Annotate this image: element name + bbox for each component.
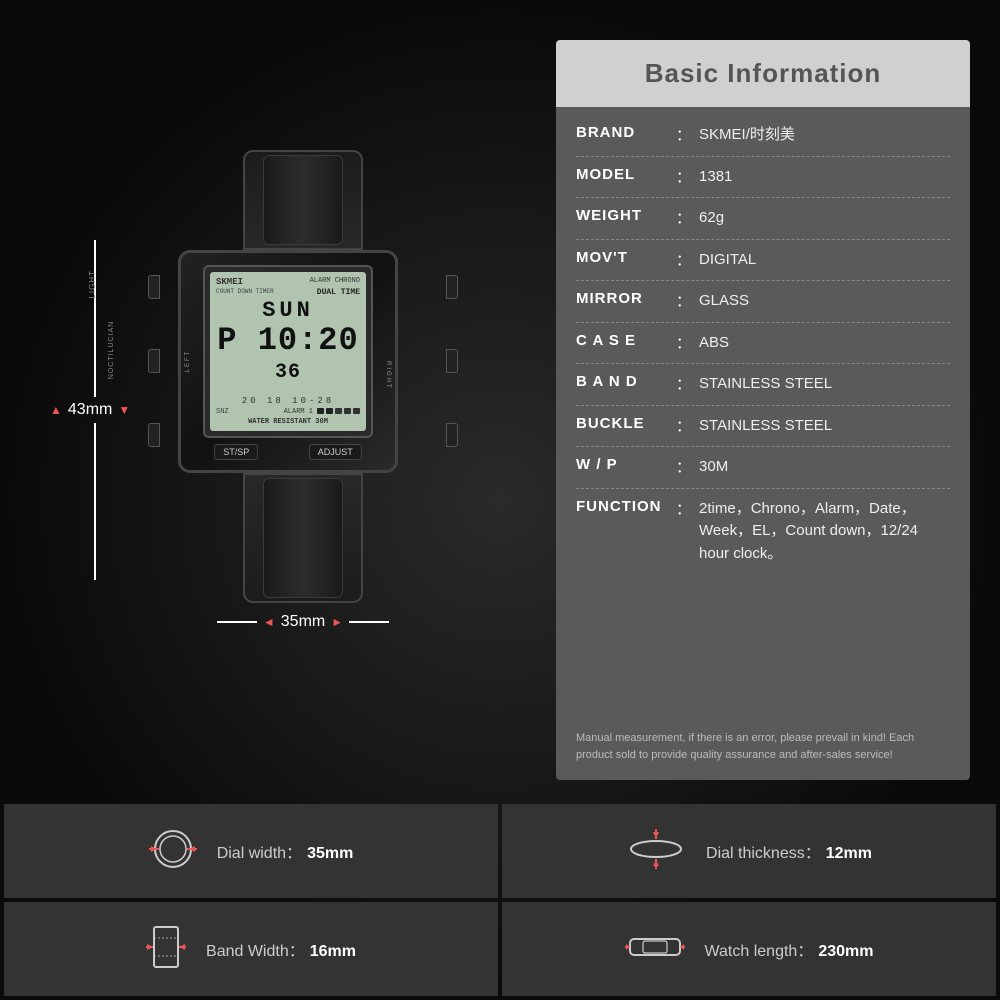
info-row-wp: W / P ： 30M — [576, 447, 950, 489]
side-label-light: LIGHT — [88, 270, 97, 299]
band-width-icon — [146, 923, 186, 976]
info-panel-body: BRAND ： SKMEI/时刻美 MODEL ： 1381 WEIGHT ： … — [556, 107, 970, 720]
side-btn-mode — [148, 423, 160, 447]
band-top — [243, 150, 363, 250]
side-btn-12-24 — [446, 423, 458, 447]
watch-snz: SNZ — [216, 408, 229, 416]
info-row-model: MODEL ： 1381 — [576, 157, 950, 199]
info-row-movt: MOV'T ： DIGITAL — [576, 240, 950, 282]
case-right-label: RIGHT — [385, 361, 391, 390]
main-container: ▲ 43mm ▼ — [0, 0, 1000, 1000]
dial-width-icon — [149, 825, 197, 878]
spec-tile-dial-thickness: Dial thickness： 12mm — [502, 804, 996, 898]
info-value-buckle: STAINLESS STEEL — [699, 415, 950, 438]
watch-case-wrapper: LIGHT NOCTILUCIAN — [178, 250, 428, 473]
info-panel: Basic Information BRAND ： SKMEI/时刻美 MODE… — [556, 40, 970, 780]
spec-tile-band-width: Band Width： 16mm — [4, 902, 498, 996]
info-value-mirror: GLASS — [699, 290, 950, 313]
info-key-brand: BRAND — [576, 124, 676, 141]
info-panel-title: Basic Information — [645, 58, 882, 88]
band-width-value: 16mm — [310, 943, 356, 961]
info-row-brand: BRAND ： SKMEI/时刻美 — [576, 115, 950, 157]
dial-width-label: Dial width： — [217, 839, 302, 863]
watch-btn-adjust: ADJUST — [309, 444, 362, 460]
watch-date-row: 20 18 10-28 — [216, 396, 360, 406]
info-row-mirror: MIRROR ： GLASS — [576, 281, 950, 323]
watch-alarm-indicators: ALARM 1 — [284, 408, 360, 416]
info-value-case: ABS — [699, 332, 950, 355]
info-key-movt: MOV'T — [576, 249, 676, 266]
info-disclaimer: Manual measurement, if there is an error… — [556, 720, 970, 780]
watch-time: P 10:2036 — [216, 323, 360, 393]
side-btn-set — [446, 349, 458, 373]
info-value-weight: 62g — [699, 207, 950, 230]
info-row-band: B A N D ： STAINLESS STEEL — [576, 364, 950, 406]
side-btn-nocti — [148, 349, 160, 373]
info-value-function: 2time，Chrono，Alarm，Date，Week，EL，Count do… — [699, 498, 950, 566]
info-key-band: B A N D — [576, 373, 676, 390]
side-btn-light — [148, 275, 160, 299]
spec-tile-watch-length: Watch length： 230mm — [502, 902, 996, 996]
watch-figure: LIGHT NOCTILUCIAN — [153, 150, 453, 670]
info-key-case: C A S E — [576, 332, 676, 349]
info-key-model: MODEL — [576, 166, 676, 183]
info-key-wp: W / P — [576, 456, 676, 473]
info-row-weight: WEIGHT ： 62g — [576, 198, 950, 240]
top-section: ▲ 43mm ▼ — [0, 0, 1000, 800]
info-key-buckle: BUCKLE — [576, 415, 676, 432]
watch-brand: SKMEI — [216, 277, 243, 287]
band-width-label: Band Width： — [206, 937, 305, 961]
watch-day: SUN — [216, 299, 360, 323]
band-bottom — [243, 473, 363, 603]
info-value-band: STAINLESS STEEL — [699, 373, 950, 396]
watch-length-value: 230mm — [818, 943, 873, 961]
watch-water-resistant: WATER RESISTANT 30M — [216, 418, 360, 426]
height-dimension: 43mm — [68, 401, 112, 419]
case-left-label: LEFT — [185, 350, 191, 373]
info-key-weight: WEIGHT — [576, 207, 676, 224]
info-value-wp: 30M — [699, 456, 950, 479]
info-key-function: FUNCTION — [576, 498, 676, 515]
dial-thickness-value: 12mm — [826, 845, 872, 863]
side-label-noctilucian: NOCTILUCIAN — [108, 321, 115, 379]
info-value-movt: DIGITAL — [699, 249, 950, 272]
watch-length-label: Watch length： — [705, 937, 814, 961]
info-value-brand: SKMEI/时刻美 — [699, 124, 950, 147]
info-panel-header: Basic Information — [556, 40, 970, 107]
spec-tile-dial-width: Dial width： 35mm — [4, 804, 498, 898]
info-row-buckle: BUCKLE ： STAINLESS STEEL — [576, 406, 950, 448]
watch-area: ▲ 43mm ▼ — [30, 40, 536, 780]
dial-thickness-icon — [626, 829, 686, 874]
watch-case: LEFT RIGHT SKMEI A — [178, 250, 398, 473]
bottom-specs: Dial width： 35mm Dial thickness： 12mm — [0, 800, 1000, 1000]
side-btn-adjust — [446, 275, 458, 299]
dial-width-value: 35mm — [307, 845, 353, 863]
width-dimension: 35mm — [281, 613, 325, 631]
watch-subtitle: ALARM CHRONO — [310, 277, 360, 287]
watch-dualtime-label: DUAL TIME — [317, 288, 360, 297]
watch-length-icon — [625, 927, 685, 972]
info-row-function: FUNCTION ： 2time，Chrono，Alarm，Date，Week，… — [576, 489, 950, 575]
info-value-model: 1381 — [699, 166, 950, 189]
watch-countdown-label: COUNT DOWN TIMER — [216, 288, 274, 297]
info-key-mirror: MIRROR — [576, 290, 676, 307]
info-row-case: C A S E ： ABS — [576, 323, 950, 365]
watch-btn-stsp: ST/SP — [214, 444, 258, 460]
dial-thickness-label: Dial thickness： — [706, 839, 821, 863]
